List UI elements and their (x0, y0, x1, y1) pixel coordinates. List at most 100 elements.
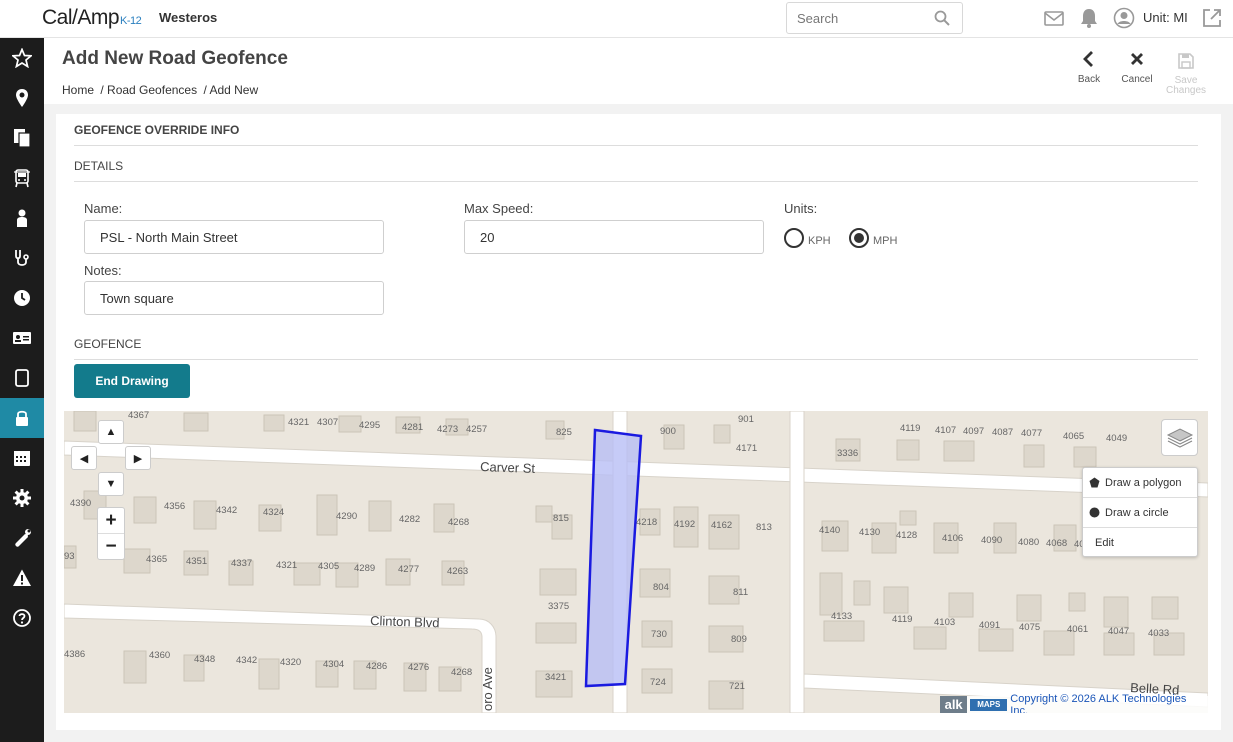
address-label: 4080 (1018, 537, 1039, 548)
address-label: 901 (738, 414, 754, 425)
sidebar-item-geofences[interactable] (0, 398, 44, 438)
breadcrumb-road-geofences[interactable]: / Road Geofences (100, 83, 197, 97)
sidebar-item-health[interactable] (0, 238, 44, 278)
address-label: 3421 (545, 672, 566, 683)
address-label: 4077 (1021, 428, 1042, 439)
address-label: 4268 (448, 517, 469, 528)
zoom-out-button[interactable]: − (98, 534, 124, 560)
road-east (789, 411, 805, 713)
max-speed-label: Max Speed: (464, 201, 534, 216)
zoom-in-button[interactable]: + (98, 508, 124, 534)
top-bar: Cal/AmpK-12 Westeros Unit: MI (0, 0, 1233, 38)
sidebar-item-history[interactable] (0, 278, 44, 318)
layers-icon (1166, 428, 1194, 448)
address-label: 4068 (1046, 538, 1067, 549)
pan-right-button[interactable]: ▶ (125, 446, 151, 470)
geofence-map[interactable]: Carver St Clinton Blvd Belle Rd oro Ave … (64, 411, 1208, 713)
unit-label[interactable]: Unit: MI (1143, 10, 1188, 25)
radio-kph-circle[interactable] (784, 228, 804, 248)
alk-logo: alk (940, 696, 968, 713)
map-layers-button[interactable] (1161, 419, 1198, 456)
sidebar-item-locations[interactable] (0, 78, 44, 118)
sidebar-item-settings[interactable] (0, 478, 44, 518)
unit-mph-radio[interactable]: MPH (849, 228, 897, 248)
address-label: 93 (64, 551, 75, 562)
copyright-text[interactable]: Copyright © 2026 ALK Technologies Inc. (1010, 693, 1208, 714)
sidebar (0, 38, 44, 742)
star-icon (12, 48, 32, 68)
address-label: 813 (756, 522, 772, 533)
address-label: 4342 (236, 655, 257, 666)
draw-polygon-label: Draw a polygon (1105, 476, 1182, 489)
sidebar-item-alerts[interactable] (0, 558, 44, 598)
sidebar-item-devices[interactable] (0, 358, 44, 398)
sidebar-item-ids[interactable] (0, 318, 44, 358)
search-box[interactable] (786, 2, 963, 34)
edit-item[interactable]: Edit (1083, 528, 1197, 558)
gear-icon (13, 489, 31, 507)
address-label: 4360 (149, 650, 170, 661)
save-label-line2: Changes (1165, 85, 1207, 96)
address-label: 4140 (819, 525, 840, 536)
address-label: 4192 (674, 519, 695, 530)
unit-kph-radio[interactable]: KPH (784, 228, 831, 248)
cancel-label: Cancel (1121, 74, 1153, 85)
name-field[interactable] (84, 220, 384, 254)
pan-down-button[interactable]: ▼ (98, 472, 124, 496)
pan-left-button[interactable]: ◀ (71, 446, 97, 470)
sidebar-item-documents[interactable] (0, 118, 44, 158)
address-label: 730 (651, 629, 667, 640)
address-label: 4386 (64, 649, 85, 660)
logout-icon[interactable] (1201, 7, 1223, 29)
map-canvas[interactable]: Carver St Clinton Blvd Belle Rd oro Ave … (64, 411, 1208, 713)
bell-icon[interactable] (1078, 7, 1100, 29)
lock-icon (16, 410, 28, 426)
calamp-logo[interactable]: Cal/AmpK-12 (42, 6, 142, 30)
address-label: 4305 (318, 561, 339, 572)
end-drawing-button[interactable]: End Drawing (74, 364, 190, 398)
page-header: Add New Road Geofence Home / Road Geofen… (44, 38, 1233, 104)
address-label: 825 (556, 427, 572, 438)
draw-circle-label: Draw a circle (1105, 506, 1169, 519)
save-changes-button[interactable]: Save Changes (1156, 52, 1216, 96)
unit-mph-label: MPH (873, 235, 898, 247)
address-label: 804 (653, 582, 669, 593)
divider (74, 359, 1198, 360)
mail-icon[interactable] (1043, 7, 1065, 29)
draw-polygon-item[interactable]: Draw a polygon (1083, 468, 1197, 498)
street-label-carver-st: Carver St (480, 459, 536, 476)
organization-name[interactable]: Westeros (159, 10, 217, 25)
map-zoom-control: + − (97, 507, 125, 560)
sidebar-item-favorites[interactable] (0, 38, 44, 78)
max-speed-field[interactable] (464, 220, 764, 254)
sidebar-item-help[interactable] (0, 598, 44, 638)
edit-label: Edit (1095, 537, 1114, 549)
search-icon[interactable] (934, 10, 950, 26)
warning-icon (13, 569, 31, 586)
user-avatar-icon[interactable] (1113, 7, 1135, 29)
radio-mph-circle[interactable] (849, 228, 869, 248)
address-label: 4304 (323, 659, 344, 670)
address-label: 4119 (900, 423, 920, 434)
breadcrumb-home[interactable]: Home (62, 83, 94, 97)
address-label: 4106 (942, 533, 963, 544)
sidebar-item-tools[interactable] (0, 518, 44, 558)
draw-circle-item[interactable]: Draw a circle (1083, 498, 1197, 528)
draw-tools-menu: Draw a polygon Draw a circle Edit (1082, 467, 1198, 557)
address-label: 4128 (896, 530, 917, 541)
search-input[interactable] (787, 3, 927, 33)
map-pan-control: ▲ ◀ ▶ ▼ (71, 420, 151, 496)
arrow-down-icon: ▼ (105, 478, 117, 490)
address-label: 4061 (1067, 624, 1088, 635)
sidebar-item-buses[interactable] (0, 158, 44, 198)
address-label: 4257 (466, 424, 487, 435)
section-title-geofence: GEOFENCE (74, 337, 142, 351)
address-label: 4171 (736, 443, 757, 454)
stethoscope-icon (15, 250, 29, 266)
pan-up-button[interactable]: ▲ (98, 420, 124, 444)
notes-field[interactable] (84, 281, 384, 315)
street-label-oro-ave: oro Ave (480, 667, 495, 711)
address-label: 900 (660, 426, 676, 437)
sidebar-item-calendar[interactable] (0, 438, 44, 478)
sidebar-item-students[interactable] (0, 198, 44, 238)
